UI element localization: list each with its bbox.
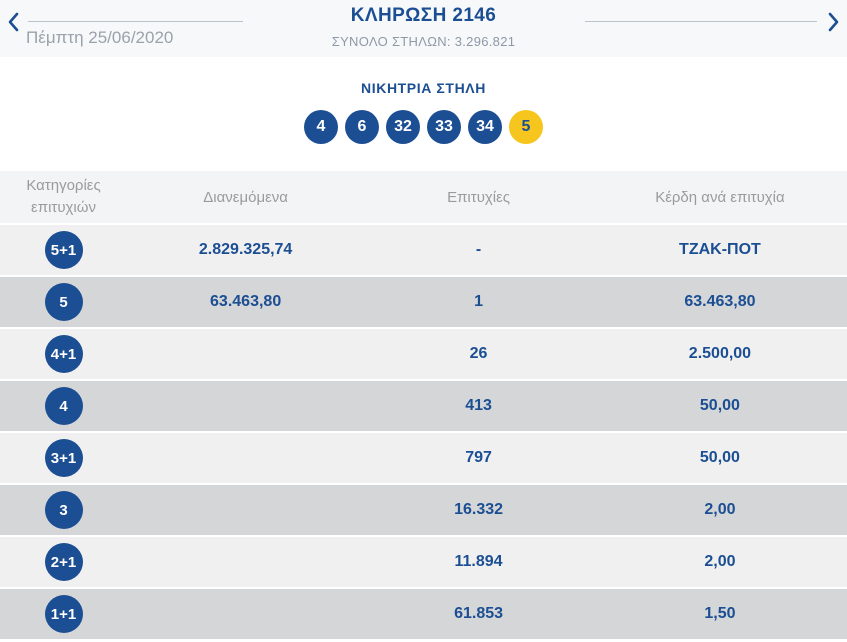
winners-value: - — [475, 241, 482, 258]
table-row: 5+1 2.829.325,74 - ΤΖΑΚ-ΠΟΤ — [0, 225, 847, 275]
next-draw-button[interactable] — [822, 10, 844, 36]
prize-value: 2.500,00 — [688, 345, 752, 362]
table-header-row: Κατηγορίες επιτυχιών Διανεμόμενα Επιτυχί… — [0, 171, 847, 223]
header-category: Κατηγορίες επιτυχιών — [26, 176, 101, 217]
winners-value: 26 — [469, 345, 488, 362]
winning-number-ball: 32 — [386, 110, 420, 144]
header-prize: Κέρδη ανά επιτυχία — [655, 188, 785, 206]
prize-value: 50,00 — [699, 449, 740, 466]
table-row: 3+1 797 50,00 — [0, 433, 847, 483]
prize-value: 2,00 — [704, 501, 736, 518]
distributed-value: 2.829.325,74 — [198, 241, 293, 258]
tier-badge: 1+1 — [44, 595, 83, 633]
draw-title: ΚΛΗΡΩΣΗ 2146 — [350, 5, 497, 26]
winners-value: 16.332 — [454, 501, 504, 518]
bonus-number-ball: 5 — [509, 110, 543, 144]
chevron-right-icon — [827, 12, 840, 35]
header-winners: Επιτυχίες — [447, 188, 511, 206]
winning-number-ball: 34 — [468, 110, 502, 144]
header-distributed: Διανεμόμενα — [203, 188, 288, 206]
prize-value: 2,00 — [704, 553, 736, 570]
tier-badge: 3 — [44, 491, 83, 529]
winners-value: 413 — [465, 397, 492, 414]
winning-number-ball: 4 — [304, 110, 338, 144]
prize-value: 1,50 — [704, 605, 736, 622]
total-columns-label: ΣΥΝΟΛΟ ΣΤΗΛΩΝ: 3.296.821 — [331, 34, 516, 49]
prize-value: 50,00 — [699, 397, 740, 414]
draw-navigation-bar: Πέμπτη 25/06/2020 ΚΛΗΡΩΣΗ 2146 ΣΥΝΟΛΟ ΣΤ… — [0, 0, 847, 57]
table-row: 4+1 26 2.500,00 — [0, 329, 847, 379]
winning-number-ball: 33 — [427, 110, 461, 144]
prize-value: 63.463,80 — [684, 293, 756, 310]
prize-value: ΤΖΑΚ-ΠΟΤ — [679, 241, 761, 258]
winners-value: 61.853 — [454, 605, 504, 622]
tier-badge: 3+1 — [44, 439, 83, 477]
draw-title-block: ΚΛΗΡΩΣΗ 2146 ΣΥΝΟΛΟ ΣΤΗΛΩΝ: 3.296.821 — [0, 5, 847, 49]
results-table: Κατηγορίες επιτυχιών Διανεμόμενα Επιτυχί… — [0, 171, 847, 639]
winning-column-title: ΝΙΚΗΤΡΙΑ ΣΤΗΛΗ — [361, 80, 486, 96]
table-row: 4 413 50,00 — [0, 381, 847, 431]
winners-value: 11.894 — [454, 553, 503, 570]
tier-badge: 5 — [44, 283, 83, 321]
winning-column-section: ΝΙΚΗΤΡΙΑ ΣΤΗΛΗ 4 6 32 33 34 5 — [0, 57, 847, 165]
tier-badge: 5+1 — [44, 231, 83, 269]
right-divider-line — [585, 21, 817, 22]
table-row: 2+1 11.894 2,00 — [0, 537, 847, 587]
table-row: 5 63.463,80 1 63.463,80 — [0, 277, 847, 327]
winning-number-ball: 6 — [345, 110, 379, 144]
table-row: 3 16.332 2,00 — [0, 485, 847, 535]
winners-value: 1 — [474, 293, 483, 310]
winners-value: 797 — [465, 449, 492, 466]
tier-badge: 4 — [44, 387, 83, 425]
distributed-value: 63.463,80 — [210, 293, 282, 310]
winning-numbers: 4 6 32 33 34 5 — [0, 110, 847, 144]
tier-badge: 2+1 — [44, 543, 83, 581]
tier-badge: 4+1 — [44, 335, 83, 373]
table-row: 1+1 61.853 1,50 — [0, 589, 847, 639]
